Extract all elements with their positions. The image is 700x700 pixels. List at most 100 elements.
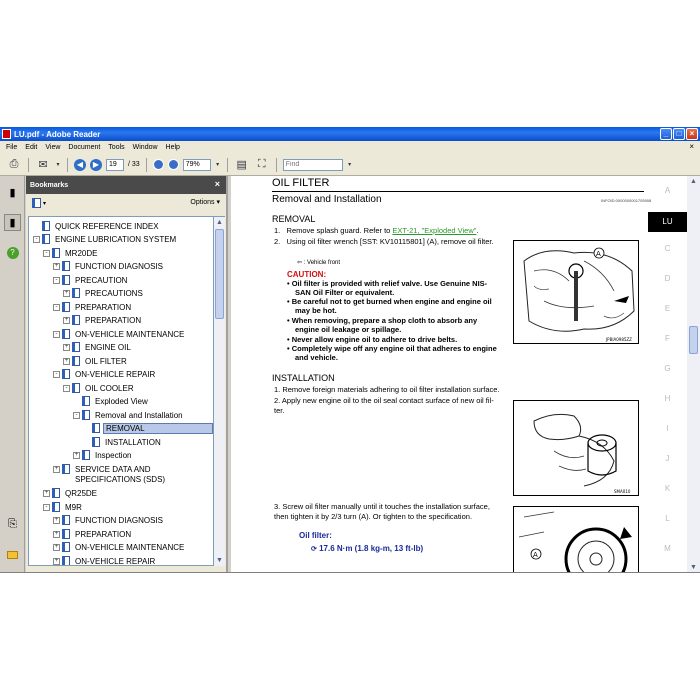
bookmark-item[interactable]: Exploded View bbox=[73, 395, 150, 407]
collapse-icon[interactable]: - bbox=[43, 503, 50, 511]
expand-icon[interactable]: + bbox=[53, 465, 60, 473]
collapse-icon[interactable]: - bbox=[53, 370, 60, 378]
expand-bookmark-icon[interactable] bbox=[32, 198, 41, 208]
index-tab[interactable]: LU bbox=[648, 212, 687, 232]
collapse-icon[interactable]: - bbox=[73, 411, 80, 419]
collapse-icon[interactable]: - bbox=[33, 235, 40, 243]
bookmark-item[interactable]: - PREPARATION bbox=[53, 301, 133, 313]
bookmark-item[interactable]: - Removal and Installation bbox=[73, 409, 185, 421]
email-icon[interactable]: ✉ bbox=[35, 158, 51, 172]
exploded-view-link[interactable]: EXT-21, "Exploded View" bbox=[392, 226, 476, 235]
bookmark-item[interactable]: + OIL FILTER bbox=[63, 355, 129, 367]
collapse-icon[interactable]: - bbox=[53, 303, 60, 311]
index-tab[interactable]: K bbox=[648, 484, 687, 493]
help-icon[interactable]: ? bbox=[4, 244, 21, 261]
expand-icon[interactable]: + bbox=[53, 543, 60, 551]
zoom-in-button[interactable] bbox=[167, 159, 179, 170]
bookmarks-scrollbar[interactable]: ▲ ▼ bbox=[214, 216, 225, 566]
menu-view[interactable]: View bbox=[45, 144, 60, 151]
scroll-up-icon[interactable]: ▲ bbox=[689, 177, 698, 186]
index-tab[interactable]: F bbox=[648, 334, 687, 343]
close-button[interactable]: × bbox=[686, 128, 698, 140]
index-tab[interactable]: A bbox=[648, 186, 687, 195]
expand-icon[interactable]: + bbox=[63, 343, 70, 351]
bookmark-item[interactable]: - M9R bbox=[43, 501, 84, 513]
attachments-icon[interactable]: ⎘ bbox=[4, 516, 21, 533]
maximize-button[interactable]: □ bbox=[673, 128, 685, 140]
expand-icon[interactable]: + bbox=[63, 357, 70, 365]
menu-file[interactable]: File bbox=[6, 144, 17, 151]
index-tab[interactable]: I bbox=[648, 424, 687, 433]
expand-icon[interactable]: + bbox=[73, 451, 80, 459]
dropdown-arrow-icon[interactable]: ▾ bbox=[55, 158, 61, 172]
pages-panel-icon[interactable]: ▮ bbox=[4, 184, 21, 201]
document-scrollbar[interactable]: ▲ ▼ bbox=[687, 176, 700, 572]
bookmark-item[interactable]: + PREPARATION bbox=[63, 314, 143, 326]
bookmark-item[interactable]: SPECIFICATIONS (SDS) bbox=[53, 473, 167, 485]
bookmark-item[interactable]: - ENGINE LUBRICATION SYSTEM bbox=[33, 233, 178, 245]
dropdown-arrow-icon[interactable]: ▾ bbox=[43, 200, 46, 207]
next-page-button[interactable]: ▶ bbox=[90, 158, 102, 171]
find-input[interactable] bbox=[282, 158, 343, 171]
index-tab[interactable]: C bbox=[648, 244, 687, 253]
index-tab[interactable]: M bbox=[648, 544, 687, 553]
print-icon[interactable]: ⎙ bbox=[6, 158, 22, 172]
collapse-icon[interactable]: - bbox=[53, 330, 60, 338]
bookmark-item[interactable]: - MR20DE bbox=[43, 247, 99, 259]
index-tab[interactable]: D bbox=[648, 274, 687, 283]
close-panel-icon[interactable]: × bbox=[215, 179, 220, 189]
bookmark-item[interactable]: - ON-VEHICLE MAINTENANCE bbox=[53, 328, 186, 340]
options-menu[interactable]: Options ▾ bbox=[190, 198, 220, 206]
bookmark-item[interactable]: + Inspection bbox=[73, 449, 133, 461]
expand-icon[interactable]: + bbox=[53, 557, 60, 565]
bookmark-item[interactable]: + FUNCTION DIAGNOSIS bbox=[53, 260, 165, 272]
bookmark-item[interactable]: + QR25DE bbox=[43, 487, 99, 499]
collapse-icon[interactable]: - bbox=[53, 276, 60, 284]
bookmark-item[interactable]: INSTALLATION bbox=[83, 436, 163, 448]
expand-icon[interactable]: + bbox=[53, 262, 60, 270]
bookmark-item[interactable]: REMOVAL bbox=[83, 422, 213, 434]
minimize-button[interactable]: _ bbox=[660, 128, 672, 140]
scroll-down-icon[interactable]: ▼ bbox=[689, 563, 698, 572]
collapse-icon[interactable]: - bbox=[43, 249, 50, 257]
zoom-out-button[interactable] bbox=[152, 159, 164, 170]
scroll-down-icon[interactable]: ▼ bbox=[215, 556, 224, 565]
fit-width-icon[interactable]: ⛶ bbox=[254, 158, 270, 172]
zoom-input[interactable] bbox=[182, 158, 211, 171]
bookmark-item[interactable]: + FUNCTION DIAGNOSIS bbox=[53, 514, 165, 526]
expand-icon[interactable]: + bbox=[63, 316, 70, 324]
fit-page-icon[interactable]: ▤ bbox=[234, 158, 250, 172]
index-tab[interactable]: H bbox=[648, 394, 687, 403]
index-tab[interactable]: G bbox=[648, 364, 687, 373]
menu-edit[interactable]: Edit bbox=[25, 144, 37, 151]
bookmark-item[interactable]: QUICK REFERENCE INDEX bbox=[33, 220, 161, 232]
menu-window[interactable]: Window bbox=[133, 144, 158, 151]
bookmark-item[interactable]: - ON-VEHICLE REPAIR bbox=[53, 368, 157, 380]
index-tab[interactable]: L bbox=[648, 514, 687, 523]
expand-icon[interactable]: + bbox=[53, 530, 60, 538]
bookmark-item[interactable]: - OIL COOLER bbox=[63, 382, 136, 394]
bookmark-item[interactable]: + ENGINE OIL bbox=[63, 341, 133, 353]
bookmark-item[interactable]: + PREPARATION bbox=[53, 528, 133, 540]
index-tab[interactable]: J bbox=[648, 454, 687, 463]
previous-page-button[interactable]: ◀ bbox=[74, 158, 86, 171]
menu-document[interactable]: Document bbox=[68, 144, 100, 151]
scroll-thumb[interactable] bbox=[689, 326, 698, 354]
bookmark-item[interactable]: - PRECAUTION bbox=[53, 274, 129, 286]
zoom-dropdown-icon[interactable]: ▾ bbox=[215, 158, 221, 172]
comments-icon[interactable] bbox=[4, 546, 21, 563]
expand-icon[interactable]: + bbox=[43, 489, 50, 497]
expand-icon[interactable]: + bbox=[53, 516, 60, 524]
page-number-input[interactable] bbox=[106, 158, 124, 171]
bookmark-item[interactable]: + ON-VEHICLE REPAIR bbox=[53, 555, 157, 565]
scroll-thumb[interactable] bbox=[215, 229, 224, 319]
bookmarks-panel-icon[interactable]: ▮ bbox=[4, 214, 21, 231]
find-dropdown-icon[interactable]: ▾ bbox=[347, 158, 353, 172]
expand-icon[interactable]: + bbox=[63, 289, 70, 297]
document-close-icon[interactable]: × bbox=[689, 142, 694, 151]
scroll-up-icon[interactable]: ▲ bbox=[215, 218, 224, 227]
index-tab[interactable]: E bbox=[648, 304, 687, 313]
collapse-icon[interactable]: - bbox=[63, 384, 70, 392]
menu-help[interactable]: Help bbox=[166, 144, 180, 151]
bookmark-item[interactable]: + PRECAUTIONS bbox=[63, 287, 145, 299]
